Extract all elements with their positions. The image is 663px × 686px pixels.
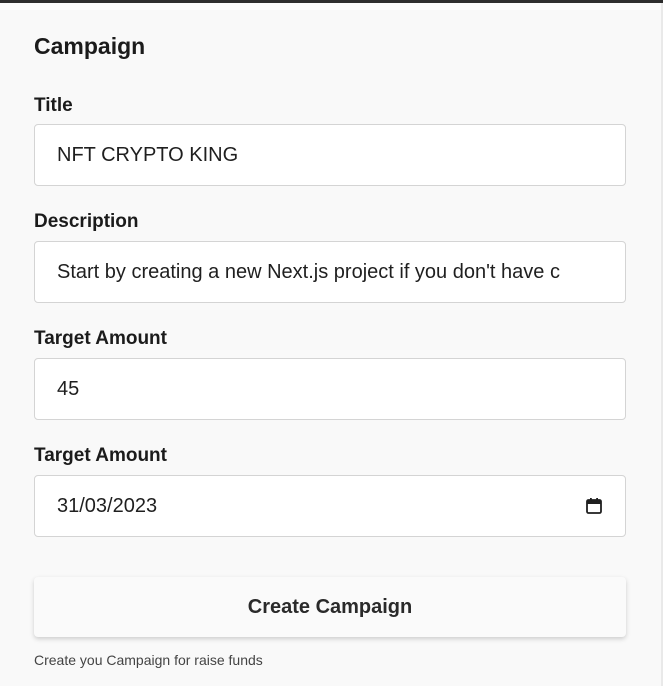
target-amount-label: Target Amount: [34, 328, 167, 349]
date-label: Target Amount: [34, 445, 167, 466]
target-amount-input-value: 45: [57, 377, 80, 400]
date-input[interactable]: 31/03/2023: [34, 475, 626, 537]
create-campaign-button-label: Create Campaign: [247, 595, 413, 618]
description-input[interactable]: Start by creating a new Next.js project …: [34, 241, 626, 303]
date-input-value: 31/03/2023: [57, 494, 158, 517]
campaign-form: Campaign Title NFT CRYPTO KING Descripti…: [0, 3, 663, 686]
target-amount-input[interactable]: 45: [34, 358, 626, 420]
title-input[interactable]: NFT CRYPTO KING: [34, 124, 626, 186]
description-input-value: Start by creating a new Next.js project …: [57, 260, 560, 283]
calendar-icon[interactable]: [585, 497, 603, 515]
create-campaign-button[interactable]: Create Campaign: [34, 577, 626, 637]
description-label: Description: [34, 211, 139, 232]
helper-text: Create you Campaign for raise funds: [34, 652, 263, 668]
form-title: Campaign: [34, 33, 146, 59]
title-input-value: NFT CRYPTO KING: [57, 143, 239, 166]
title-label: Title: [34, 95, 73, 116]
